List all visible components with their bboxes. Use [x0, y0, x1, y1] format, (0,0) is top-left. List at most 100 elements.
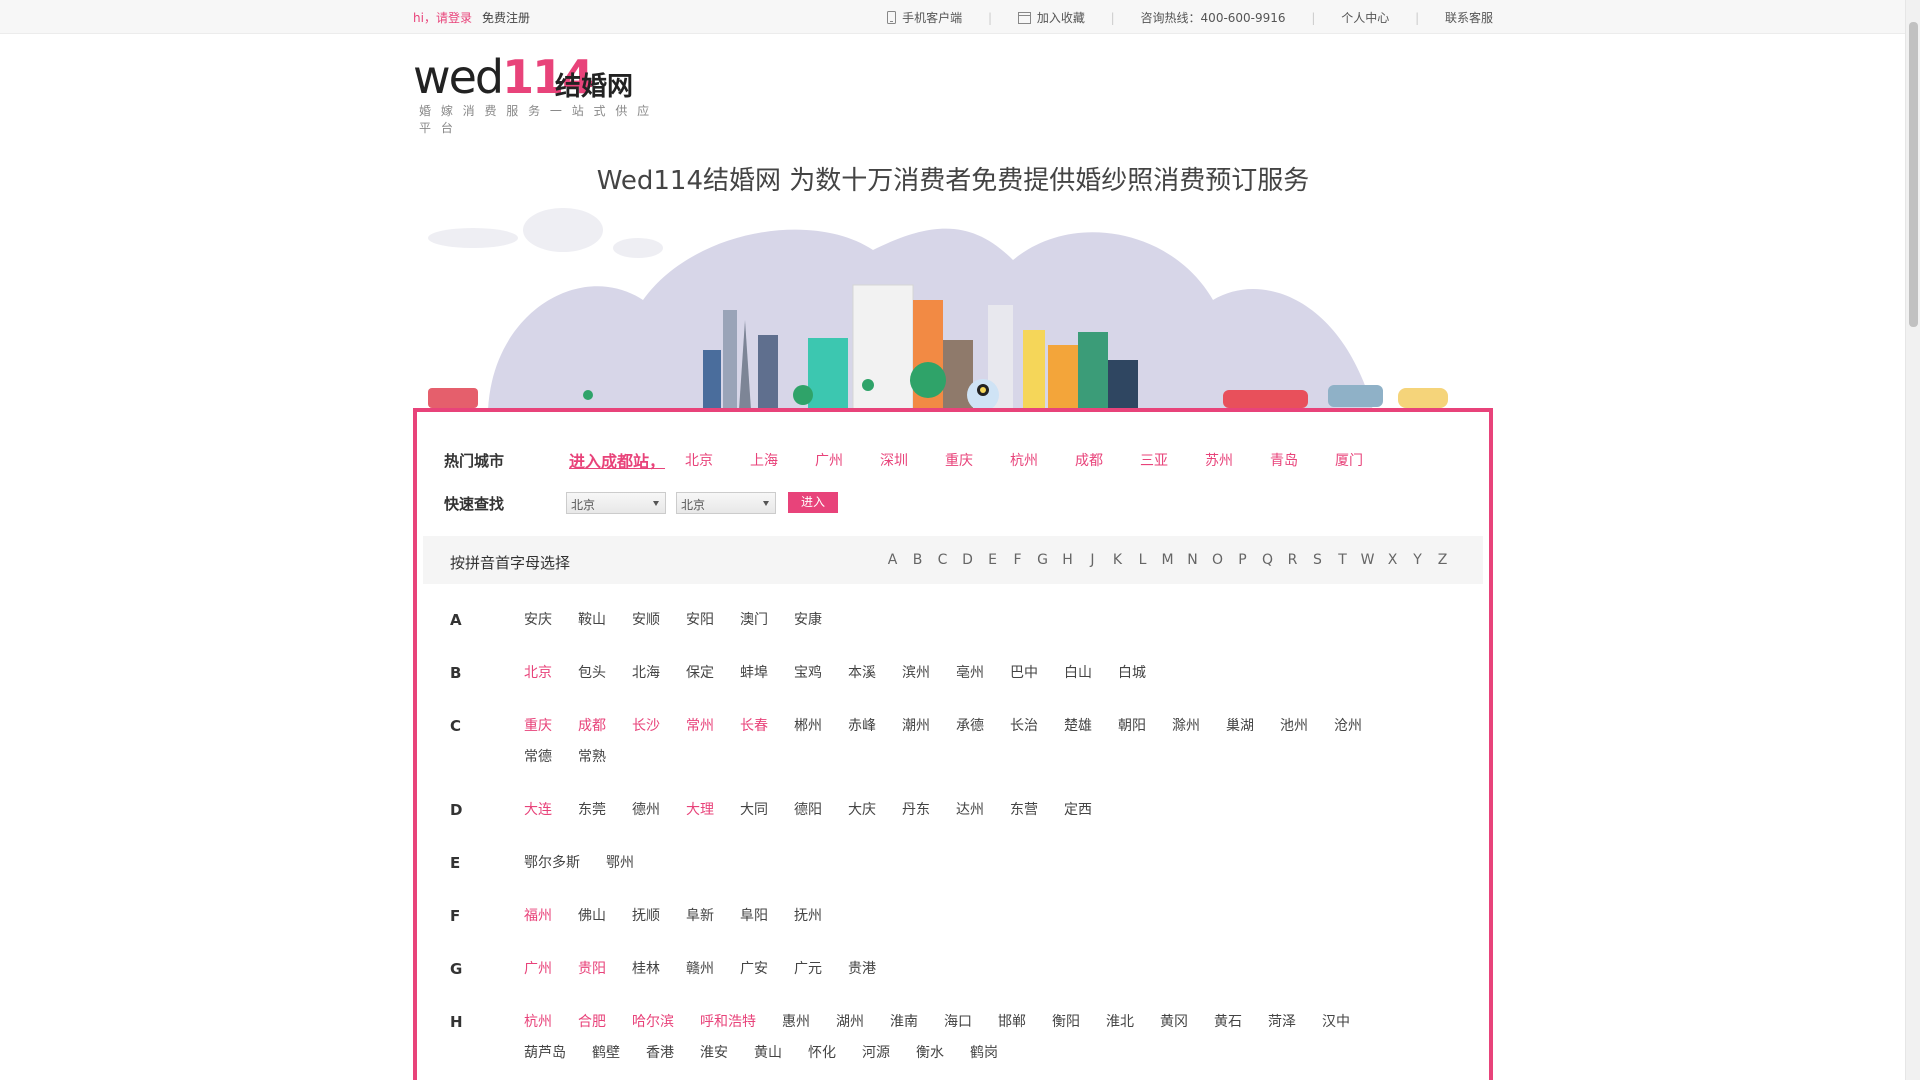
alphabet-letter-link[interactable]: P [1230, 552, 1255, 568]
login-link[interactable]: 请登录 [436, 11, 472, 25]
city-link[interactable]: 抚州 [794, 905, 822, 925]
alphabet-letter-link[interactable]: D [955, 552, 980, 568]
alphabet-letter-link[interactable]: L [1130, 552, 1155, 568]
city-link[interactable]: 巴中 [1010, 662, 1038, 682]
alphabet-letter-link[interactable]: J [1080, 552, 1105, 568]
city-link[interactable]: 重庆 [524, 715, 552, 735]
city-link[interactable]: 宝鸡 [794, 662, 822, 682]
bookmark-link[interactable]: 加入收藏 [1017, 9, 1085, 26]
city-link[interactable]: 淮北 [1106, 1011, 1134, 1031]
city-link[interactable]: 惠州 [782, 1011, 810, 1031]
city-link[interactable]: 包头 [578, 662, 606, 682]
alphabet-letter-link[interactable]: Y [1405, 552, 1430, 568]
city-link[interactable]: 鹤岗 [970, 1042, 998, 1062]
city-link[interactable]: 丹东 [902, 799, 930, 819]
city-link[interactable]: 东莞 [578, 799, 606, 819]
city-link[interactable]: 阜新 [686, 905, 714, 925]
user-center-link[interactable]: 个人中心 [1341, 9, 1389, 26]
alphabet-letter-link[interactable]: N [1180, 552, 1205, 568]
hot-city-link[interactable]: 北京 [685, 450, 713, 470]
city-link[interactable]: 安庆 [524, 609, 552, 629]
city-link[interactable]: 汉中 [1322, 1011, 1350, 1031]
hot-city-link[interactable]: 成都 [1075, 450, 1103, 470]
alphabet-letter-link[interactable]: H [1055, 552, 1080, 568]
city-link[interactable]: 合肥 [578, 1011, 606, 1031]
city-link[interactable]: 大庆 [848, 799, 876, 819]
city-link[interactable]: 大连 [524, 799, 552, 819]
enter-button[interactable]: 进入 [788, 492, 838, 513]
alphabet-letter-link[interactable]: S [1305, 552, 1330, 568]
city-link[interactable]: 广安 [740, 958, 768, 978]
hot-city-link[interactable]: 重庆 [945, 450, 973, 470]
contact-link[interactable]: 联系客服 [1445, 9, 1493, 26]
city-link[interactable]: 常德 [524, 746, 552, 766]
city-link[interactable]: 滨州 [902, 662, 930, 682]
city-link[interactable]: 呼和浩特 [700, 1011, 756, 1031]
hot-city-link[interactable]: 深圳 [880, 450, 908, 470]
mobile-client-link[interactable]: 手机客户端 [887, 9, 962, 26]
city-select[interactable]: 北京 [676, 492, 776, 514]
city-link[interactable]: 广州 [524, 958, 552, 978]
city-link[interactable]: 河源 [862, 1042, 890, 1062]
hot-city-link[interactable]: 三亚 [1140, 450, 1168, 470]
city-link[interactable]: 菏泽 [1268, 1011, 1296, 1031]
city-link[interactable]: 淮南 [890, 1011, 918, 1031]
city-link[interactable]: 长沙 [632, 715, 660, 735]
city-link[interactable]: 达州 [956, 799, 984, 819]
city-link[interactable]: 池州 [1280, 715, 1308, 735]
city-link[interactable]: 湖州 [836, 1011, 864, 1031]
city-link[interactable]: 滁州 [1172, 715, 1200, 735]
city-link[interactable]: 黄石 [1214, 1011, 1242, 1031]
city-link[interactable]: 本溪 [848, 662, 876, 682]
city-link[interactable]: 白城 [1118, 662, 1146, 682]
city-link[interactable]: 北京 [524, 662, 552, 682]
hot-city-link[interactable]: 杭州 [1010, 450, 1038, 470]
alphabet-letter-link[interactable]: E [980, 552, 1005, 568]
alphabet-letter-link[interactable]: X [1380, 552, 1405, 568]
city-link[interactable]: 黄山 [754, 1042, 782, 1062]
city-link[interactable]: 潮州 [902, 715, 930, 735]
city-link[interactable]: 大同 [740, 799, 768, 819]
city-link[interactable]: 蚌埠 [740, 662, 768, 682]
city-link[interactable]: 长治 [1010, 715, 1038, 735]
city-link[interactable]: 鄂州 [606, 852, 634, 872]
alphabet-letter-link[interactable]: G [1030, 552, 1055, 568]
city-link[interactable]: 东营 [1010, 799, 1038, 819]
city-link[interactable]: 常熟 [578, 746, 606, 766]
city-link[interactable]: 贵阳 [578, 958, 606, 978]
city-link[interactable]: 阜阳 [740, 905, 768, 925]
alphabet-letter-link[interactable]: T [1330, 552, 1355, 568]
alphabet-letter-link[interactable]: A [880, 552, 905, 568]
city-link[interactable]: 朝阳 [1118, 715, 1146, 735]
city-link[interactable]: 衡阳 [1052, 1011, 1080, 1031]
city-link[interactable]: 北海 [632, 662, 660, 682]
city-link[interactable]: 衡水 [916, 1042, 944, 1062]
enter-chengdu-link[interactable]: 进入成都站， [569, 448, 665, 472]
city-link[interactable]: 德阳 [794, 799, 822, 819]
alphabet-letter-link[interactable]: K [1105, 552, 1130, 568]
city-link[interactable]: 黄冈 [1160, 1011, 1188, 1031]
alphabet-letter-link[interactable]: R [1280, 552, 1305, 568]
hot-city-link[interactable]: 厦门 [1335, 450, 1363, 470]
city-link[interactable]: 常州 [686, 715, 714, 735]
register-link[interactable]: 免费注册 [482, 11, 530, 25]
city-link[interactable]: 鹤壁 [592, 1042, 620, 1062]
city-link[interactable]: 长春 [740, 715, 768, 735]
province-select[interactable]: 北京 [566, 492, 666, 514]
city-link[interactable]: 亳州 [956, 662, 984, 682]
city-link[interactable]: 德州 [632, 799, 660, 819]
site-logo[interactable]: wed114 结婚网 婚 嫁 消 费 服 务 一 站 式 供 应 平 台 [413, 50, 653, 135]
city-link[interactable]: 鄂尔多斯 [524, 852, 580, 872]
city-link[interactable]: 定西 [1064, 799, 1092, 819]
city-link[interactable]: 白山 [1064, 662, 1092, 682]
city-link[interactable]: 葫芦岛 [524, 1042, 566, 1062]
city-link[interactable]: 赣州 [686, 958, 714, 978]
city-link[interactable]: 大理 [686, 799, 714, 819]
city-link[interactable]: 福州 [524, 905, 552, 925]
hot-city-link[interactable]: 上海 [750, 450, 778, 470]
city-link[interactable]: 广元 [794, 958, 822, 978]
city-link[interactable]: 澳门 [740, 609, 768, 629]
city-link[interactable]: 杭州 [524, 1011, 552, 1031]
city-link[interactable]: 淮安 [700, 1042, 728, 1062]
hot-city-link[interactable]: 苏州 [1205, 450, 1233, 470]
